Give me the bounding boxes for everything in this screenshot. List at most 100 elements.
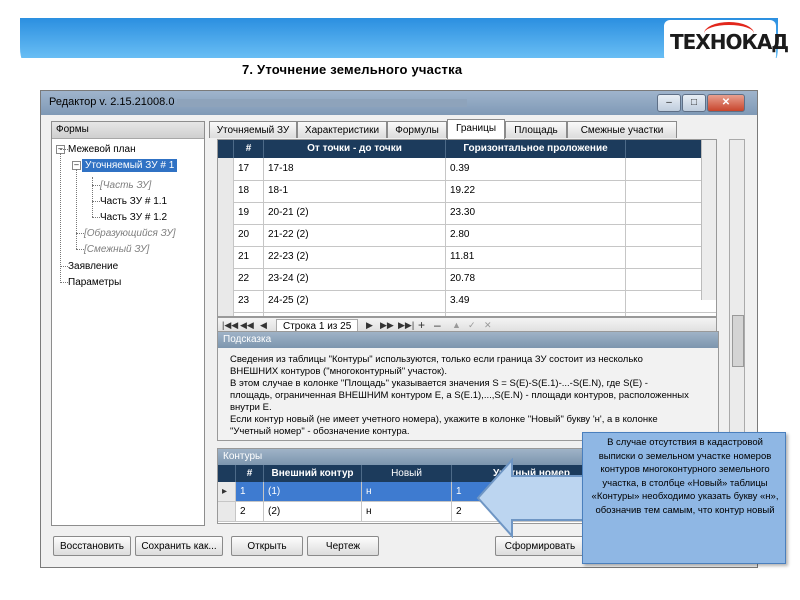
table-row[interactable]: 19 20-21 (2) 23.30 [218,202,716,225]
remove-icon[interactable]: – [434,318,441,332]
tree-item-refined-plot-1[interactable]: Уточняемый ЗУ # 1 [82,159,178,172]
cell-from-to[interactable]: 21-22 (2) [264,224,446,246]
cell-horizontal-length[interactable]: 3.49 [446,290,626,312]
tree-item-adjacent-plot[interactable]: [Смежный ЗУ] [84,243,149,256]
col-number[interactable]: # [236,465,264,482]
col-new[interactable]: Новый [362,465,452,482]
cell-horizontal-length[interactable]: 0.39 [446,158,626,180]
tree-line [60,266,68,267]
tab-refined-plot[interactable]: Уточняемый ЗУ [209,121,297,138]
cell-number[interactable]: 2 [236,502,264,521]
hint-line: площадь, ограниченная ВНЕШНИМ контуром E… [230,390,689,401]
tab-borders[interactable]: Границы [447,119,505,139]
cell-number[interactable]: 17 [234,158,264,180]
save-as-button[interactable]: Сохранить как... [135,536,223,556]
maximize-icon[interactable]: □ [682,94,706,112]
table-row[interactable]: 18 18-1 19.22 [218,180,716,203]
open-button[interactable]: Открыть [231,536,303,556]
tab-formulas[interactable]: Формулы [387,121,447,138]
cell-horizontal-length[interactable]: 20.78 [446,268,626,290]
col-number[interactable]: # [234,140,264,158]
cell-from-to[interactable]: 18-1 [264,180,446,202]
cell-number[interactable]: 20 [234,224,264,246]
cell-number[interactable]: 23 [234,290,264,312]
cell-from-to[interactable]: 20-21 (2) [264,202,446,224]
cell-from-to[interactable]: 23-24 (2) [264,268,446,290]
window-title-path [177,99,467,107]
cell-outer-contour[interactable]: (2) [264,502,362,521]
prev-icon[interactable]: ◀ [260,320,267,331]
cell-from-to[interactable]: 24-25 (2) [264,290,446,312]
tree-line [92,177,93,217]
table-row[interactable]: 23 24-25 (2) 3.49 [218,290,716,313]
last-icon[interactable]: ▶▶| [398,320,414,331]
tree-item-boundary-plan[interactable]: Межевой план [68,143,136,156]
callout-text: В случае отсутствия в кадастровой выписк… [591,437,779,516]
row-header-cell [218,268,234,290]
tab-area[interactable]: Площадь [505,121,567,138]
slide-title: 7. Уточнение земельного участка [242,62,463,77]
tehnokad-logo: ТЕХНОКАД [664,20,789,62]
row-header-cell [218,224,234,246]
row-header-cell [218,465,236,482]
cell-number[interactable]: 22 [234,268,264,290]
tree-line [76,249,84,250]
window-title: Редактор v. 2.15.21008.0 [49,96,175,108]
tree-item-forming-plot[interactable]: [Образующийся ЗУ] [84,227,176,240]
up-icon[interactable]: ▲ [452,320,461,330]
tab-characteristics[interactable]: Характеристики [297,121,387,138]
cell-number[interactable]: 19 [234,202,264,224]
cancel-icon[interactable]: ✕ [484,320,492,331]
cell-number[interactable]: 1 [236,482,264,501]
cell-new[interactable]: н [362,482,452,501]
col-outer-contour[interactable]: Внешний контур [264,465,362,482]
borders-table-scrollbar[interactable] [701,140,716,300]
cell-number[interactable]: 18 [234,180,264,202]
cell-number[interactable]: 21 [234,246,264,268]
next-icon[interactable]: ▶ [366,320,373,331]
minimize-icon[interactable]: – [657,94,681,112]
tree-line [60,282,68,283]
first-icon[interactable]: |◀◀ [222,320,238,331]
add-icon[interactable]: + [418,318,425,332]
tree-item-plot-part-1-2[interactable]: Часть ЗУ # 1.2 [100,211,167,224]
cell-from-to[interactable]: 22-23 (2) [264,246,446,268]
cell-outer-contour[interactable]: (1) [264,482,362,501]
drawing-button[interactable]: Чертеж [307,536,379,556]
col-horizontal-length[interactable]: Горизонтальное проложение [446,140,626,158]
tab-adjacent-plots[interactable]: Смежные участки [567,121,677,138]
table-row[interactable]: 22 23-24 (2) 20.78 [218,268,716,291]
tree-line [60,149,68,150]
next-page-icon[interactable]: ▶▶ [380,320,394,331]
table-row[interactable]: 21 22-23 (2) 11.81 [218,246,716,269]
form-scrollbar-thumb[interactable] [732,315,744,367]
cell-new[interactable]: н [362,502,452,521]
table-row[interactable]: 20 21-22 (2) 2.80 [218,224,716,247]
tree-item-plot-part-1-1[interactable]: Часть ЗУ # 1.1 [100,195,167,208]
row-header-cell [218,202,234,224]
cell-horizontal-length[interactable]: 2.80 [446,224,626,246]
cell-horizontal-length[interactable]: 19.22 [446,180,626,202]
logo-text: ТЕХНОКАД [670,30,789,54]
form-button[interactable]: Сформировать [495,536,585,556]
cell-from-to[interactable]: 17-18 [264,158,446,180]
cell-horizontal-length[interactable]: 23.30 [446,202,626,224]
cell-horizontal-length[interactable]: 11.81 [446,246,626,268]
hint-line: внутри E. [230,402,272,413]
hint-line: Сведения из таблицы "Контуры" используют… [230,354,643,365]
prev-page-icon[interactable]: ◀◀ [240,320,254,331]
borders-table-header: # От точки - до точки Горизонтальное про… [218,140,716,158]
tree-line [92,201,100,202]
hint-line: В этом случае в колонке "Площадь" указыв… [230,378,648,389]
close-icon[interactable]: ✕ [707,94,745,112]
tree-item-application[interactable]: Заявление [68,260,118,273]
tree-item-parameters[interactable]: Параметры [68,276,121,289]
row-header-cell [218,502,236,521]
table-row[interactable]: 17 17-18 0.39 [218,158,716,181]
restore-button[interactable]: Восстановить [53,536,131,556]
tree-line [92,185,100,186]
col-from-to[interactable]: От точки - до точки [264,140,446,158]
check-icon[interactable]: ✓ [468,320,476,331]
row-header-cell [218,246,234,268]
tree-item-plot-part[interactable]: [Часть ЗУ] [100,179,151,192]
